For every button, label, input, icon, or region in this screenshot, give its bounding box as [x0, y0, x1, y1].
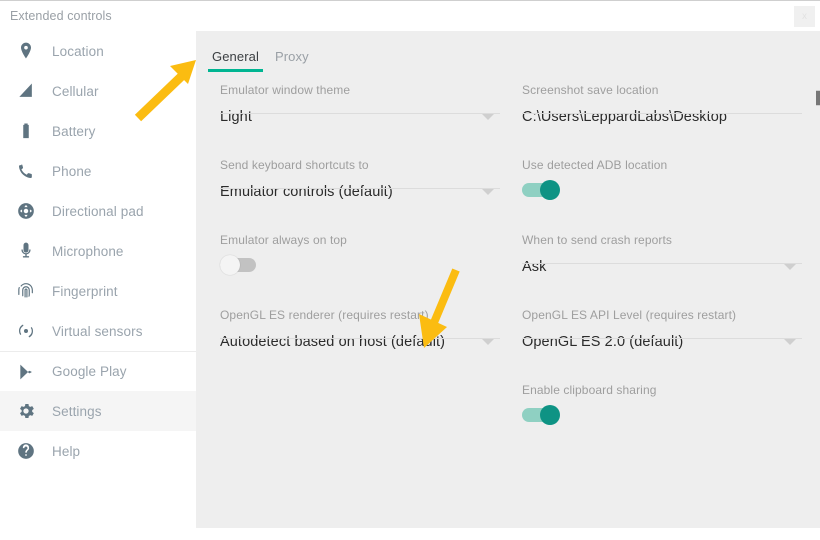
- sidebar-item-battery[interactable]: Battery: [0, 111, 196, 151]
- sidebar-item-label: Help: [52, 443, 81, 459]
- sidebar-item-phone[interactable]: Phone: [0, 151, 196, 191]
- toggle-emulator-always-on-top[interactable]: [220, 255, 260, 275]
- gear-icon: [14, 399, 38, 423]
- sidebar-item-label: Location: [52, 43, 104, 59]
- sidebar-item-label: Phone: [52, 163, 92, 179]
- field-when-to-send-crash-reports: When to send crash reports Ask: [522, 233, 802, 279]
- titlebar: Extended controls x: [0, 0, 820, 32]
- chevron-down-icon: [482, 189, 494, 195]
- field-label: Emulator window theme: [220, 83, 351, 97]
- sidebar-item-google-play[interactable]: Google Play: [0, 351, 196, 391]
- phone-icon: [14, 159, 38, 183]
- google-play-icon: [14, 360, 38, 384]
- field-underline: [220, 188, 500, 189]
- sidebar-item-cellular[interactable]: Cellular: [0, 71, 196, 111]
- field-send-keyboard-shortcuts-to: Send keyboard shortcuts to Emulator contr…: [220, 158, 500, 204]
- sidebar-item-label: Settings: [52, 403, 102, 419]
- toggle-knob: [540, 180, 560, 200]
- sidebar-item-label: Battery: [52, 123, 96, 139]
- close-button[interactable]: x: [794, 6, 815, 27]
- field-label: Screenshot save location: [522, 83, 659, 97]
- field-underline: [522, 113, 802, 114]
- field-value: Autodetect based on host (default): [220, 334, 446, 350]
- field-label: When to send crash reports: [522, 233, 673, 247]
- dropdown-send-keyboard-shortcuts-to[interactable]: Emulator controls (default): [220, 180, 500, 204]
- sidebar-item-settings[interactable]: Settings: [0, 391, 196, 431]
- tab-general[interactable]: General: [208, 49, 263, 72]
- sidebar-item-microphone[interactable]: Microphone: [0, 231, 196, 271]
- field-opengl-es-api-level-requires-restart: OpenGL ES API Level (requires restart) Op…: [522, 308, 802, 354]
- field-emulator-always-on-top: Emulator always on top: [220, 233, 500, 275]
- field-value: Ask: [522, 259, 547, 275]
- fingerprint-icon: [14, 279, 38, 303]
- sidebar-item-label: Directional pad: [52, 203, 144, 219]
- field-value: Light: [220, 109, 252, 125]
- field-opengl-es-renderer-requires-restart: OpenGL ES renderer (requires restart) Aut…: [220, 308, 500, 354]
- field-underline: [522, 338, 802, 339]
- field-enable-clipboard-sharing: Enable clipboard sharing: [522, 383, 802, 425]
- sidebar-item-label: Microphone: [52, 243, 124, 259]
- tab-bar: General Proxy: [208, 49, 313, 72]
- sidebar-item-fingerprint[interactable]: Fingerprint: [0, 271, 196, 311]
- field-underline: [220, 338, 500, 339]
- toggle-knob: [220, 255, 240, 275]
- sidebar-item-label: Virtual sensors: [52, 323, 143, 339]
- chevron-down-icon: [482, 339, 494, 345]
- field-label: OpenGL ES API Level (requires restart): [522, 308, 737, 322]
- field-underline: [522, 263, 802, 264]
- dropdown-emulator-window-theme[interactable]: Light: [220, 105, 500, 129]
- chevron-down-icon: [784, 264, 796, 270]
- window-title: Extended controls: [10, 9, 112, 23]
- tab-proxy[interactable]: Proxy: [271, 49, 313, 72]
- sidebar-item-label: Cellular: [52, 83, 99, 99]
- dpad-icon: [14, 199, 38, 223]
- virtual-sensors-icon: [14, 319, 38, 343]
- sidebar-item-label: Fingerprint: [52, 283, 118, 299]
- location-pin-icon: [14, 39, 38, 63]
- chevron-down-icon: [482, 114, 494, 120]
- extended-controls-window: Extended controls x Location Cellular Batt…: [0, 0, 820, 540]
- battery-icon: [14, 119, 38, 143]
- microphone-icon: [14, 239, 38, 263]
- settings-panel: General Proxy Emulator window theme Light S…: [196, 31, 820, 528]
- chevron-down-icon: [784, 339, 796, 345]
- dropdown-opengl-es-renderer-requires-restart[interactable]: Autodetect based on host (default): [220, 330, 500, 354]
- sidebar-item-directional-pad[interactable]: Directional pad: [0, 191, 196, 231]
- field-label: OpenGL ES renderer (requires restart): [220, 308, 429, 322]
- help-circle-icon: [14, 439, 38, 463]
- sidebar-item-label: Google Play: [52, 364, 127, 379]
- dropdown-opengl-es-api-level-requires-restart[interactable]: OpenGL ES 2.0 (default): [522, 330, 802, 354]
- sidebar-item-location[interactable]: Location: [0, 31, 196, 71]
- field-screenshot-save-location: Screenshot save location C:\Users\Leppard…: [522, 83, 820, 129]
- field-label: Use detected ADB location: [522, 158, 668, 172]
- field-value: C:\Users\LeppardLabs\Desktop: [522, 109, 728, 125]
- field-use-detected-adb-location: Use detected ADB location: [522, 158, 802, 200]
- toggle-use-detected-adb-location[interactable]: [522, 180, 562, 200]
- field-label: Emulator always on top: [220, 233, 347, 247]
- sidebar-item-virtual-sensors[interactable]: Virtual sensors: [0, 311, 196, 351]
- signal-bars-icon: [14, 79, 38, 103]
- folder-icon[interactable]: [812, 87, 820, 109]
- field-underline: [220, 113, 500, 114]
- field-value: OpenGL ES 2.0 (default): [522, 334, 684, 350]
- input-screenshot-save-location[interactable]: C:\Users\LeppardLabs\Desktop: [522, 105, 802, 129]
- field-emulator-window-theme: Emulator window theme Light: [220, 83, 500, 129]
- sidebar-item-help[interactable]: Help: [0, 431, 196, 471]
- toggle-knob: [540, 405, 560, 425]
- field-label: Enable clipboard sharing: [522, 383, 657, 397]
- toggle-enable-clipboard-sharing[interactable]: [522, 405, 562, 425]
- field-value: Emulator controls (default): [220, 184, 393, 200]
- field-label: Send keyboard shortcuts to: [220, 158, 369, 172]
- dropdown-when-to-send-crash-reports[interactable]: Ask: [522, 255, 802, 279]
- sidebar: Location Cellular Battery Phone Directional …: [0, 31, 196, 540]
